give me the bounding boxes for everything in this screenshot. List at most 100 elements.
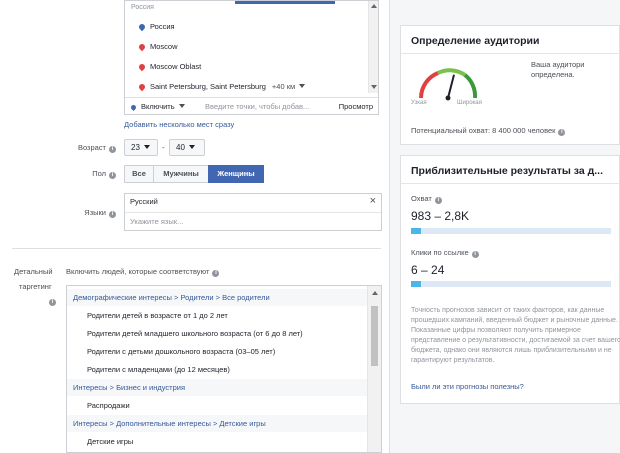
gender-label: Пол xyxy=(92,169,106,178)
reach-label-row: Охват i xyxy=(411,194,442,204)
targeting-item[interactable]: Родители детей младшего школьного возрас… xyxy=(87,329,303,338)
info-icon[interactable]: i xyxy=(109,211,116,218)
clicks-bar-fill xyxy=(411,281,421,287)
location-search-input[interactable]: Введите точки, чтобы добав... xyxy=(205,102,309,111)
location-box: Россия Россия Moscow Moscow Oblast Saint… xyxy=(124,0,379,115)
gauge-wide-label: Широкая xyxy=(457,100,482,106)
red-pin-icon xyxy=(137,62,147,72)
close-icon[interactable]: × xyxy=(370,195,376,207)
info-icon[interactable]: i xyxy=(109,146,116,153)
selected-language: Русский xyxy=(130,197,158,206)
reach-bar xyxy=(411,228,611,234)
section-divider xyxy=(12,248,381,249)
potential-reach-text: Потенциальный охват: 8 400 000 человек xyxy=(411,126,556,135)
targeting-item[interactable]: Родители с младенцами (до 12 месяцев) xyxy=(87,365,230,374)
add-many-locations-link[interactable]: Добавить несколько мест сразу xyxy=(124,120,234,129)
scroll-up-icon[interactable] xyxy=(372,291,378,295)
red-pin-icon xyxy=(137,82,147,92)
detailed-targeting-box: Демографические интересы > Родители > Вс… xyxy=(66,285,382,453)
targeting-scrollbar[interactable] xyxy=(367,286,381,452)
targeting-item[interactable]: Родители детей в возрасте от 1 до 2 лет xyxy=(87,311,228,320)
chevron-down-icon xyxy=(299,84,306,88)
location-item[interactable]: Saint Petersburg, Saint Petersburg +40 км xyxy=(137,82,306,92)
gender-label-row: Пол i xyxy=(40,169,116,179)
targeting-category-path[interactable]: Интересы > Дополнительные интересы > Дет… xyxy=(67,415,367,432)
languages-box: Русский × Укажите язык... xyxy=(124,193,382,231)
targeting-item[interactable]: Родители с детьми дошкольного возраста (… xyxy=(87,347,275,356)
location-name: Moscow xyxy=(150,42,178,51)
include-dropdown[interactable]: Включить xyxy=(129,102,185,112)
targeting-item[interactable]: Распродажи xyxy=(87,401,130,410)
divider xyxy=(401,53,619,54)
age-from-select[interactable]: 23 xyxy=(124,139,158,156)
age-to-value: 40 xyxy=(176,143,185,152)
clicks-label: Клики по ссылке xyxy=(411,248,469,257)
results-title: Приблизительные результаты за д... xyxy=(411,165,603,177)
age-to-select[interactable]: 40 xyxy=(169,139,205,156)
gauge-wide-arc xyxy=(463,73,478,99)
divider xyxy=(401,183,619,184)
location-item[interactable]: Moscow xyxy=(137,42,178,52)
info-icon[interactable]: i xyxy=(212,270,220,277)
column-divider xyxy=(389,0,390,453)
location-item[interactable]: Moscow Oblast xyxy=(137,62,202,72)
gauge-hub xyxy=(445,95,451,101)
location-name: Saint Petersburg, Saint Petersburg xyxy=(150,82,266,91)
divider xyxy=(125,212,381,213)
audience-definition-card: Определение аудитории Узкая Широкая Ваша… xyxy=(400,25,620,145)
gauge-narrow-label: Узкая xyxy=(411,100,427,106)
blue-pin-icon xyxy=(137,22,147,32)
browse-button[interactable]: Просмотр xyxy=(339,102,373,111)
languages-label-row: Языки i xyxy=(40,208,116,218)
targeting-category-path[interactable]: Интересы > Бизнес и индустрия xyxy=(67,379,367,396)
info-icon[interactable]: i xyxy=(434,197,442,204)
info-icon[interactable]: i xyxy=(471,251,479,258)
age-label: Возраст xyxy=(77,143,106,152)
info-icon[interactable]: i xyxy=(109,172,116,179)
info-icon[interactable]: i xyxy=(558,129,566,136)
chevron-down-icon xyxy=(188,145,195,149)
gauge-mid-arc xyxy=(437,68,467,77)
scroll-down-icon[interactable] xyxy=(371,85,377,89)
languages-label: Языки xyxy=(84,208,106,217)
reach-value: 983 – 2,8K xyxy=(411,209,470,223)
accuracy-note: Точность прогнозов зависит от таких факт… xyxy=(411,307,620,364)
clicks-value: 6 – 24 xyxy=(411,263,445,277)
gauge-needle xyxy=(447,74,455,99)
feedback-link[interactable]: Были ли эти прогнозы полезны? xyxy=(411,382,524,391)
dropdown-highlight-bar xyxy=(235,1,335,4)
gender-women-button[interactable]: Женщины xyxy=(208,165,264,183)
red-pin-icon xyxy=(137,42,147,52)
gauge-narrow-arc xyxy=(419,71,439,99)
location-group-header: Россия xyxy=(131,4,154,11)
gender-men-button[interactable]: Мужчины xyxy=(153,165,209,183)
location-scrollbar[interactable] xyxy=(368,1,378,93)
scroll-up-icon[interactable] xyxy=(371,4,377,8)
detailed-label-line1: Детальный xyxy=(14,267,53,276)
radius-dropdown[interactable]: +40 км xyxy=(271,82,306,91)
targeting-item[interactable]: Детские игры xyxy=(87,437,133,446)
potential-reach-row: Потенциальный охват: 8 400 000 человек i xyxy=(411,126,566,136)
pin-icon xyxy=(129,103,138,112)
scrollbar-thumb[interactable] xyxy=(371,306,378,366)
targeting-category-path[interactable]: Демографические интересы > Родители > Вс… xyxy=(67,289,367,306)
include-label: Включить xyxy=(141,102,175,111)
language-input[interactable]: Укажите язык... xyxy=(130,217,183,226)
audience-title: Определение аудитории xyxy=(411,35,540,47)
clicks-label-row: Клики по ссылке i xyxy=(411,248,479,258)
chevron-down-icon xyxy=(143,145,150,149)
reach-bar-fill xyxy=(411,228,421,234)
chevron-down-icon xyxy=(178,104,185,108)
age-label-row: Возраст i xyxy=(40,143,116,153)
radius-value: +40 км xyxy=(271,82,296,91)
clicks-bar xyxy=(411,281,611,287)
location-name: Moscow Oblast xyxy=(150,62,202,71)
location-item[interactable]: Россия xyxy=(137,22,175,32)
info-icon[interactable]: i xyxy=(49,299,56,306)
audience-status-line2: определена. xyxy=(531,70,575,79)
age-from-value: 23 xyxy=(131,143,140,152)
location-name: Россия xyxy=(150,22,175,31)
gender-all-button[interactable]: Все xyxy=(124,165,154,183)
include-people-row: Включить людей, которые соответствуют i xyxy=(66,267,220,277)
reach-label: Охват xyxy=(411,194,432,203)
